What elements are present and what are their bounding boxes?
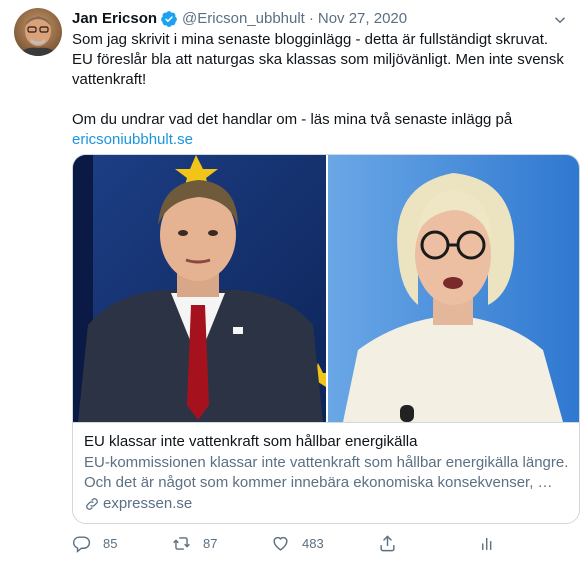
author-handle[interactable]: @Ericson_ubbhult [182, 9, 305, 29]
tweet-actions: 85 87 483 [72, 532, 512, 554]
tweet-text-paragraph-2: Om du undrar vad det handlar om - läs mi… [72, 111, 513, 128]
like-button[interactable]: 483 [271, 532, 324, 554]
like-count: 483 [302, 535, 324, 551]
retweet-count: 87 [203, 535, 218, 551]
analytics-button[interactable] [478, 532, 497, 554]
retweet-icon [173, 536, 190, 550]
tweet-header: Jan Ericson @Ericson_ubbhult · Nov 27, 2… [72, 9, 407, 29]
card-domain-text: expressen.se [103, 495, 193, 512]
card-image-left [73, 155, 326, 422]
separator-dot: · [308, 10, 314, 27]
reply-icon [72, 535, 91, 553]
avatar[interactable] [14, 8, 62, 56]
tweet-date[interactable]: Nov 27, 2020 [318, 9, 407, 29]
tweet-text-paragraph-1: Som jag skrivit i mina senaste blogginlä… [72, 31, 564, 88]
author-name[interactable]: Jan Ericson [72, 9, 157, 29]
link-preview-card[interactable]: EU klassar inte vattenkraft som hållbar … [72, 154, 580, 524]
verified-badge-icon [160, 10, 178, 28]
card-text[interactable]: EU klassar inte vattenkraft som hållbar … [73, 422, 579, 523]
card-domain: expressen.se [84, 494, 570, 514]
reply-button[interactable]: 85 [72, 532, 117, 554]
card-image[interactable] [73, 155, 579, 422]
chevron-down-icon[interactable] [551, 11, 569, 29]
reply-count: 85 [103, 535, 118, 551]
card-image-right [328, 155, 579, 422]
blog-link[interactable]: ericsoniubbhult.se [72, 131, 193, 148]
analytics-icon [482, 537, 492, 550]
heart-icon [273, 536, 288, 551]
retweet-button[interactable]: 87 [172, 532, 217, 554]
tweet-text: Som jag skrivit i mina senaste blogginlä… [72, 30, 572, 150]
tweet[interactable]: Jan Ericson @Ericson_ubbhult · Nov 27, 2… [0, 0, 587, 561]
share-button[interactable] [378, 532, 397, 554]
share-icon [380, 534, 395, 551]
card-title: EU klassar inte vattenkraft som hållbar … [84, 433, 418, 450]
card-description: EU-kommissionen klassar inte vattenkraft… [84, 454, 569, 491]
link-icon [86, 498, 98, 510]
